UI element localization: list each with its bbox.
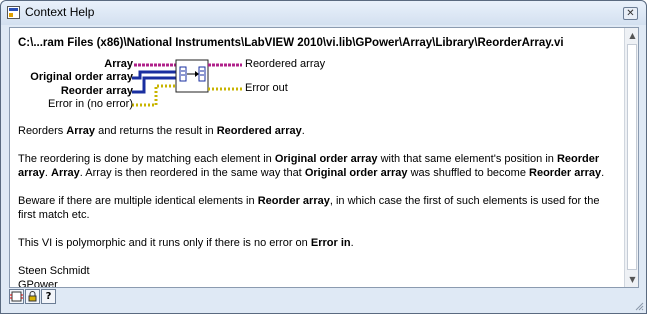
vi-icon [175,59,209,93]
input-error-in-label: Error in (no error) [48,98,133,110]
terminals-icon [10,291,23,302]
author-company: GPower [18,279,58,288]
description-paragraph-4: This VI is polymorphic and it runs only … [18,237,354,249]
window-title: Context Help [25,5,95,19]
lock-button[interactable] [25,289,40,304]
help-toolbar: ? [9,289,59,305]
show-optional-terminals-button[interactable] [9,289,24,304]
context-help-window: Context Help ✕ C:\...ram Files (x86)\Nat… [0,0,647,314]
input-array-label: Array [104,58,133,70]
output-reordered-array-label: Reordered array [245,58,326,70]
scroll-up-arrow-icon[interactable]: ▲ [625,28,638,43]
output-error-out-label: Error out [245,82,288,94]
description-paragraph-3: Beware if there are multiple identical e… [18,195,600,221]
author-name: Steen Schmidt [18,265,90,277]
help-content-pane: C:\...ram Files (x86)\National Instrumen… [9,27,639,288]
vi-path: C:\...ram Files (x86)\National Instrumen… [18,37,564,49]
input-original-order-label: Original order array [30,71,133,83]
vertical-scrollbar[interactable]: ▲ ▼ [624,28,638,287]
context-help-icon [7,6,20,19]
description-paragraph-2: The reordering is done by matching each … [18,153,605,179]
error-in-wire [132,84,176,107]
scroll-down-arrow-icon[interactable]: ▼ [625,272,638,287]
help-description: Reorders Array and returns the result in… [18,124,614,288]
description-paragraph-1: Reorders Array and returns the result in… [18,125,305,137]
question-mark-icon: ? [45,291,52,302]
resize-grip-icon[interactable] [634,301,644,311]
detailed-help-button[interactable]: ? [41,289,56,304]
input-reorder-array-label: Reorder array [60,85,133,97]
scroll-thumb[interactable] [627,44,637,270]
title-bar[interactable]: Context Help ✕ [1,1,646,25]
lock-icon [28,291,37,302]
connector-diagram: Array Original order array Reorder array… [10,56,410,112]
close-button[interactable]: ✕ [623,7,638,20]
